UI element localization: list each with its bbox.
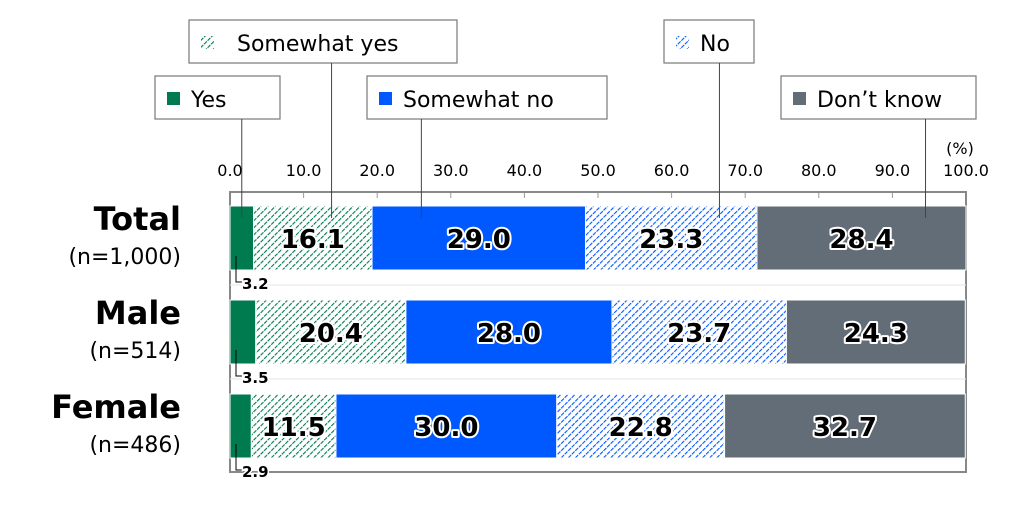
- category-sample-size: (n=486): [89, 433, 181, 458]
- x-tick-label: 60.0: [654, 161, 690, 180]
- stacked-bar-chart: Yes Somewhat yes Somewhat no No Don’t know (…: [51, 19, 989, 483]
- category-label: Total: [94, 200, 181, 238]
- x-tick-label: 0.0: [217, 161, 242, 180]
- data-label: 32.7: [813, 413, 877, 443]
- data-label: 20.4: [299, 319, 363, 349]
- category-sample-size: (n=1,000): [68, 245, 181, 270]
- x-tick-label: 50.0: [580, 161, 616, 180]
- category-label: Male: [95, 294, 181, 332]
- x-tick-label: 100.0: [943, 161, 989, 180]
- x-axis: (%) 0.0 10.0 20.0 30.0 40.0 50.0 60.0 70.0 80.0 9…: [217, 139, 989, 198]
- data-label: 28.4: [829, 225, 893, 255]
- x-tick-label: 80.0: [801, 161, 837, 180]
- data-label: 3.5: [242, 369, 269, 387]
- legend-item-somewhat-no: Somewhat no: [366, 75, 608, 120]
- x-tick-label: 40.0: [507, 161, 543, 180]
- category-labels: Total (n=1,000) Male (n=514) Female (n=486): [51, 200, 181, 458]
- data-label: 28.0: [477, 319, 541, 349]
- legend-label: Somewhat no: [403, 88, 554, 113]
- legend-swatch: [201, 36, 214, 49]
- legend-label: Don’t know: [817, 88, 942, 113]
- legend-swatch: [676, 36, 689, 49]
- legend-item-no: No: [663, 19, 755, 64]
- legend-label: Somewhat yes: [237, 32, 398, 57]
- legend-swatch: [167, 92, 180, 105]
- data-label: 30.0: [414, 413, 478, 443]
- data-label: 11.5: [262, 413, 326, 443]
- data-label: 3.2: [242, 275, 269, 293]
- data-label: 24.3: [844, 319, 908, 349]
- legend-swatch: [379, 92, 392, 105]
- legend-label: Yes: [190, 88, 227, 113]
- legend-item-somewhat-yes: Somewhat yes: [188, 19, 458, 64]
- x-tick-label: 10.0: [286, 161, 322, 180]
- x-tick-label: 30.0: [433, 161, 469, 180]
- legend-item-yes: Yes: [154, 75, 281, 120]
- data-label: 22.8: [609, 413, 673, 443]
- data-label: 16.1: [281, 225, 345, 255]
- data-label: 23.7: [667, 319, 731, 349]
- legend-item-don-t-know: Don’t know: [780, 75, 977, 120]
- bar-segment-yes: [229, 393, 252, 459]
- x-tick-label: 70.0: [727, 161, 763, 180]
- data-label: 29.0: [447, 225, 511, 255]
- x-tick-label: 90.0: [875, 161, 911, 180]
- data-label: 23.3: [639, 225, 703, 255]
- bar-segment-yes: [229, 299, 257, 365]
- legend-label: No: [700, 32, 730, 57]
- legend: Yes Somewhat yes Somewhat no No Don’t know: [154, 19, 977, 120]
- unit-label: (%): [946, 139, 974, 158]
- legend-swatch: [793, 92, 806, 105]
- data-label: 2.9: [242, 463, 269, 481]
- category-label: Female: [51, 388, 181, 426]
- x-tick-label: 20.0: [359, 161, 395, 180]
- category-sample-size: (n=514): [89, 339, 181, 364]
